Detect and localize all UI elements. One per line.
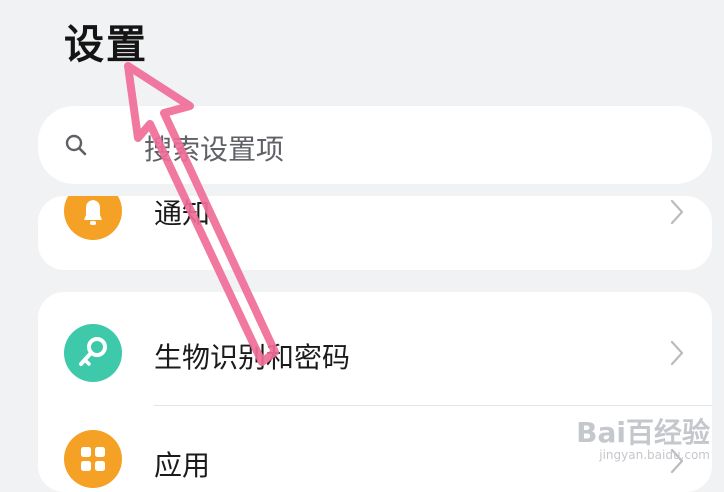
search-placeholder: 搜索设置项 xyxy=(144,133,285,166)
notifications-label: 通知 xyxy=(154,197,211,230)
watermark: Bai百经验 jingyan.baidu.com xyxy=(576,416,710,463)
search-icon xyxy=(65,134,87,156)
notifications-item[interactable]: 通知 xyxy=(38,196,712,270)
apps-grid-icon xyxy=(64,430,122,488)
watermark-brand: Bai百经验 xyxy=(576,416,710,449)
chevron-right-icon xyxy=(670,199,684,225)
page-title: 设置 xyxy=(64,22,148,68)
chevron-right-icon xyxy=(670,340,684,366)
notifications-card: 通知 xyxy=(38,196,712,270)
watermark-url: jingyan.baidu.com xyxy=(599,448,710,462)
bell-icon xyxy=(64,196,122,240)
key-icon xyxy=(64,324,122,382)
security-apps-card: 生物识别和密码 应用 xyxy=(38,292,712,492)
biometrics-item[interactable]: 生物识别和密码 xyxy=(38,292,712,406)
search-bar[interactable]: 搜索设置项 xyxy=(38,106,712,184)
biometrics-label: 生物识别和密码 xyxy=(154,341,351,374)
apps-label: 应用 xyxy=(154,449,211,482)
